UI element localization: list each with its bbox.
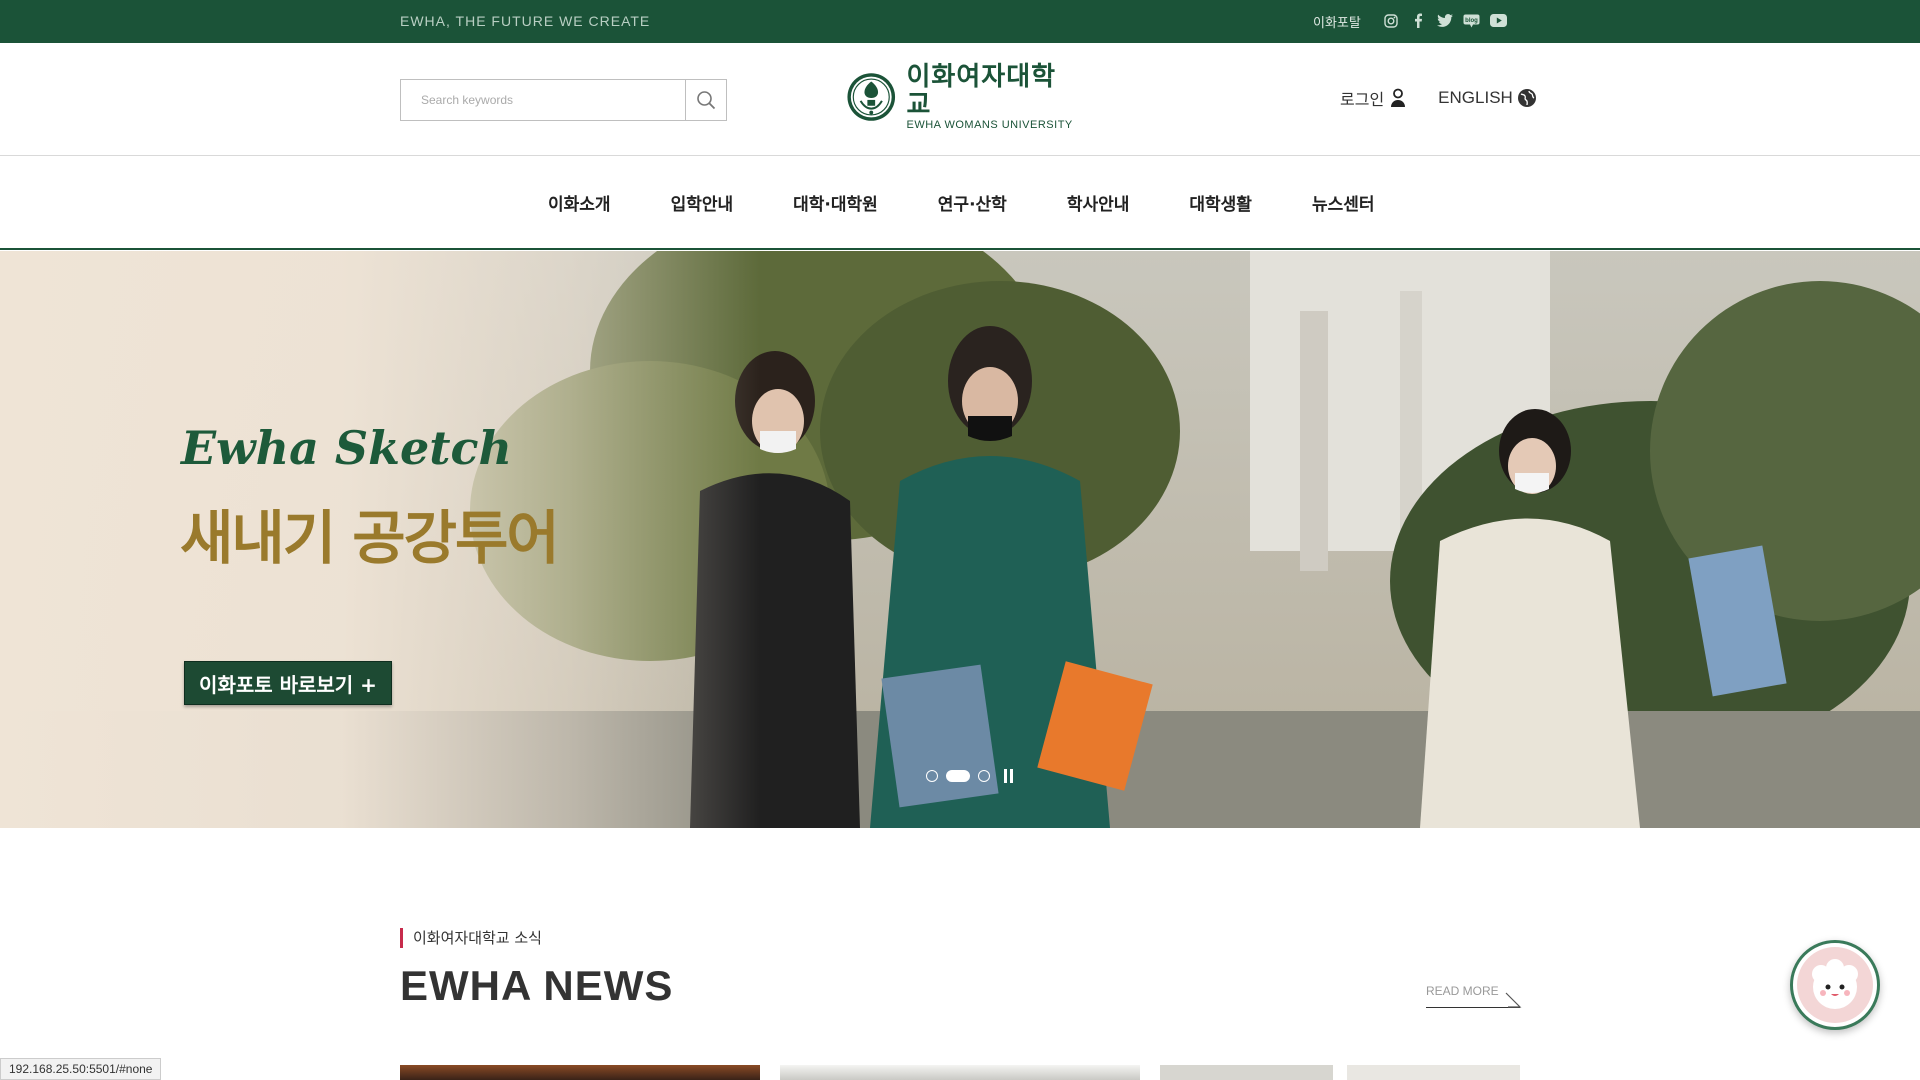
- slogan: EWHA, THE FUTURE WE CREATE: [400, 13, 651, 29]
- news-heading: 이화여자대학교 소식 EWHA NEWS: [400, 928, 673, 1010]
- nav-item-admissions[interactable]: 입학안내: [671, 190, 734, 215]
- news-subtitle: 이화여자대학교 소식: [400, 928, 673, 948]
- slide-dot-2[interactable]: [946, 770, 970, 782]
- hero-slider: Ewha Sketch 새내기 공강투어 이화포토 바로보기 +: [0, 251, 1920, 828]
- svg-text:blog: blog: [1465, 18, 1478, 24]
- logo-english-name: EWHA WOMANS UNIVERSITY: [906, 119, 1073, 131]
- nav-item-academics[interactable]: 학사안내: [1067, 190, 1130, 215]
- search-input[interactable]: [400, 79, 685, 121]
- hero-script-title: Ewha Sketch: [181, 421, 512, 475]
- chatbot-button[interactable]: [1790, 940, 1880, 1030]
- search-icon: [697, 91, 716, 110]
- news-card[interactable]: [780, 1065, 1140, 1080]
- slider-controls: [926, 769, 1016, 783]
- university-logo[interactable]: 이화여자대학교 EWHA WOMANS UNIVERSITY: [846, 63, 1076, 131]
- top-bar: EWHA, THE FUTURE WE CREATE 이화포탈 blog: [0, 0, 1920, 43]
- twitter-icon[interactable]: [1436, 12, 1453, 29]
- nav-item-news-center[interactable]: 뉴스센터: [1312, 190, 1375, 215]
- slide-dot-3[interactable]: [978, 770, 990, 782]
- main-navigation: 이화소개 입학안내 대학·대학원 연구·산학 학사안내 대학생활 뉴스센터: [0, 156, 1920, 250]
- portal-link[interactable]: 이화포탈: [1313, 12, 1361, 31]
- nav-item-campus-life[interactable]: 대학생활: [1189, 190, 1252, 215]
- social-links: blog: [1382, 12, 1507, 29]
- english-label: ENGLISH: [1438, 88, 1513, 107]
- read-more-link[interactable]: READ MORE: [1426, 984, 1522, 1008]
- arrow-right-icon: [1505, 992, 1522, 1008]
- news-card[interactable]: [400, 1065, 760, 1080]
- instagram-icon[interactable]: [1382, 12, 1399, 29]
- site-header: 이화여자대학교 EWHA WOMANS UNIVERSITY 로그인 ENGLI…: [0, 43, 1920, 156]
- university-seal-icon: [847, 73, 896, 121]
- news-title: EWHA NEWS: [400, 962, 674, 1009]
- news-card-list: [400, 1065, 1520, 1080]
- chatbot-mascot: [1797, 947, 1873, 1023]
- header-utilities: 로그인 ENGLISH: [1340, 86, 1537, 110]
- youtube-icon[interactable]: [1490, 12, 1507, 29]
- nav-item-about[interactable]: 이화소개: [548, 190, 611, 215]
- facebook-icon[interactable]: [1409, 12, 1426, 29]
- hero-headline: 새내기 공강투어: [180, 504, 560, 572]
- news-card[interactable]: [1160, 1065, 1520, 1080]
- read-more-label: READ MORE: [1426, 984, 1499, 998]
- mascot-icon: [1812, 959, 1858, 1009]
- login-label: 로그인: [1340, 90, 1385, 109]
- nav-item-colleges[interactable]: 대학·대학원: [793, 190, 878, 215]
- logo-korean-name: 이화여자대학교: [906, 62, 1057, 120]
- nav-item-research[interactable]: 연구·산학: [938, 190, 1007, 215]
- pause-icon[interactable]: [1004, 769, 1016, 783]
- browser-status-url: 192.168.25.50:5501/#none: [0, 1058, 162, 1080]
- slide-dot-1[interactable]: [926, 770, 938, 782]
- english-link[interactable]: ENGLISH: [1438, 88, 1537, 108]
- login-link[interactable]: 로그인: [1340, 86, 1406, 110]
- blog-icon[interactable]: blog: [1463, 12, 1480, 29]
- user-icon: [1391, 88, 1406, 107]
- search-box: [400, 79, 727, 121]
- globe-icon: [1517, 89, 1536, 107]
- photo-view-button[interactable]: 이화포토 바로보기 +: [184, 661, 392, 705]
- logo-text: 이화여자대학교 EWHA WOMANS UNIVERSITY: [907, 63, 1076, 131]
- search-button[interactable]: [685, 79, 727, 121]
